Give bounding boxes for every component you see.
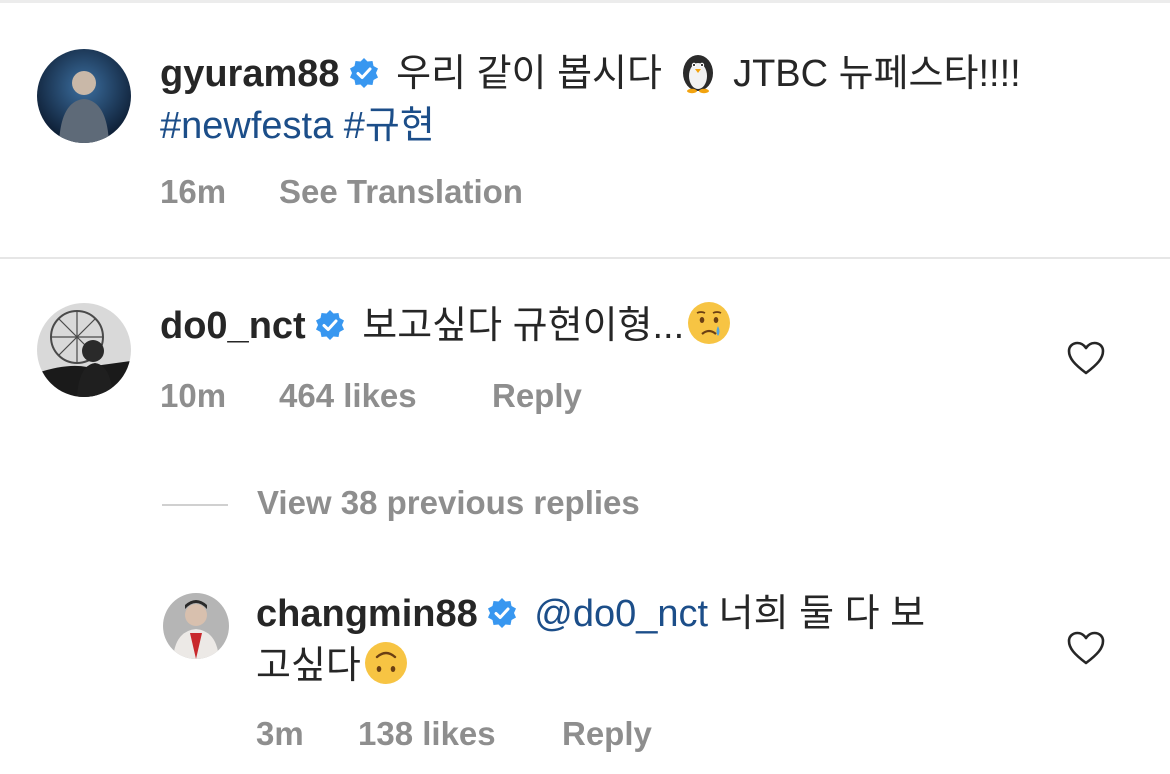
comment-reply-button[interactable]: Reply	[492, 376, 582, 416]
avatar-changmin88[interactable]	[163, 593, 229, 659]
top-divider	[0, 0, 1170, 3]
see-translation-button[interactable]: See Translation	[279, 172, 523, 212]
view-previous-replies-button[interactable]: View 38 previous replies	[257, 484, 640, 522]
post-time: 16m	[160, 173, 227, 210]
reply-text-line2: 고싶다	[256, 645, 361, 687]
hashtag-newfesta[interactable]: #newfesta	[160, 105, 333, 147]
verified-badge-icon	[348, 57, 380, 89]
caption-divider	[0, 257, 1170, 259]
reply-mention[interactable]: @do0_nct	[534, 593, 708, 635]
reply-username[interactable]: changmin88	[256, 593, 478, 635]
comment-text: 보고싶다 규현이형...	[362, 305, 685, 347]
verified-badge-icon	[486, 597, 518, 629]
post-caption-text-2: JTBC 뉴페스타!!!!	[733, 53, 1021, 95]
verified-badge-icon	[314, 309, 346, 341]
avatar-do0_nct[interactable]	[37, 303, 131, 397]
like-heart-icon[interactable]	[1066, 340, 1106, 376]
crying-face-emoji-icon	[686, 300, 732, 346]
view-replies-line	[162, 504, 228, 506]
penguin-emoji-icon	[675, 48, 721, 94]
avatar-gyuram88[interactable]	[37, 49, 131, 143]
upside-down-face-emoji-icon	[363, 640, 409, 686]
hashtag-kyuhyun[interactable]: #규현	[344, 105, 435, 147]
reply-body: changmin88 @do0_nct 너희 둘 다 보 고싶다	[256, 588, 1016, 692]
comment-username[interactable]: do0_nct	[160, 305, 306, 347]
reply-text-line1: 너희 둘 다 보	[718, 593, 926, 635]
comment-body: do0_nct 보고싶다 규현이형...	[160, 300, 1040, 352]
like-heart-icon[interactable]	[1066, 630, 1106, 666]
reply-time: 3m	[256, 715, 304, 752]
comment-likes-count[interactable]: 464 likes	[279, 376, 417, 416]
post-caption-text: 우리 같이 봅시다	[396, 53, 662, 95]
reply-reply-button[interactable]: Reply	[562, 714, 652, 754]
reply-likes-count[interactable]: 138 likes	[358, 714, 496, 754]
post-caption: gyuram88 우리 같이 봅시다 JTBC 뉴페스타!!!! #newfes…	[160, 48, 1120, 152]
comment-time: 10m	[160, 377, 227, 414]
post-username[interactable]: gyuram88	[160, 53, 340, 95]
